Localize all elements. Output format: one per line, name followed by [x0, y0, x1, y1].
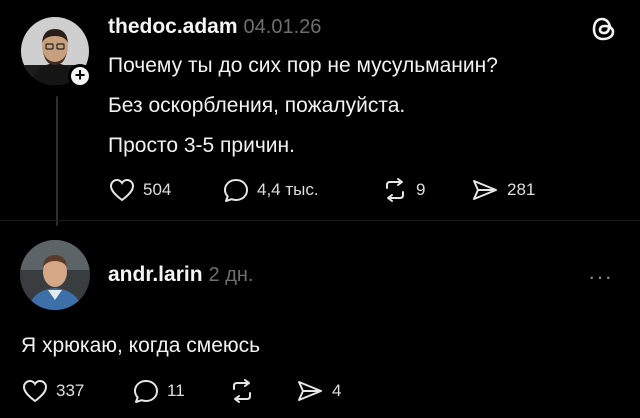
threads-logo-icon[interactable] [588, 13, 620, 45]
heart-icon [109, 178, 135, 202]
reply-comment-count: 11 [167, 381, 185, 400]
comment-bubble-icon [134, 380, 158, 403]
post-date: 04.01.26 [243, 16, 322, 38]
reply-like-count: 337 [56, 381, 85, 400]
like-count: 504 [143, 180, 172, 199]
comment-button[interactable]: 4,4 тыс. [222, 177, 319, 203]
reply-repost-button[interactable] [228, 378, 256, 404]
reply-comment-button[interactable]: 11 [132, 378, 185, 404]
reply-like-button[interactable]: 337 [21, 378, 84, 404]
follow-badge[interactable]: + [68, 64, 92, 88]
reply-header: andr.larin 2 дн. [108, 263, 253, 287]
divider [0, 220, 640, 221]
reply-share-button[interactable]: 4 [295, 378, 341, 404]
repost-icon [233, 379, 251, 403]
comment-bubble-icon [224, 179, 248, 202]
comment-count: 4,4 тыс. [257, 180, 319, 199]
reply-share-count: 4 [332, 381, 342, 400]
repost-icon [386, 178, 404, 202]
thread-line [56, 96, 58, 226]
like-button[interactable]: 504 [108, 177, 171, 203]
post-text-line: Почему ты до сих пор не мусульманин? [108, 54, 498, 77]
post-username[interactable]: thedoc.adam [108, 15, 238, 38]
reply-date: 2 дн. [208, 264, 254, 286]
avatar-andr-larin[interactable] [20, 240, 90, 310]
repost-count: 9 [416, 180, 426, 199]
share-count: 281 [507, 180, 536, 199]
heart-icon [22, 379, 48, 403]
post-text-line: Просто 3-5 причин. [108, 134, 295, 157]
more-dots-icon[interactable]: ··· [588, 264, 613, 290]
reply-text: Я хрюкаю, когда смеюсь [21, 334, 261, 357]
reply-username[interactable]: andr.larin [108, 263, 203, 286]
post-header: thedoc.adam 04.01.26 [108, 15, 321, 39]
post-text-line: Без оскорбления, пожалуйста. [108, 94, 406, 117]
send-icon [473, 180, 497, 200]
send-icon [298, 381, 322, 401]
post-body: Почему ты до сих пор не мусульманин? Без… [108, 46, 498, 166]
share-button[interactable]: 281 [470, 177, 535, 203]
repost-button[interactable]: 9 [381, 177, 425, 203]
